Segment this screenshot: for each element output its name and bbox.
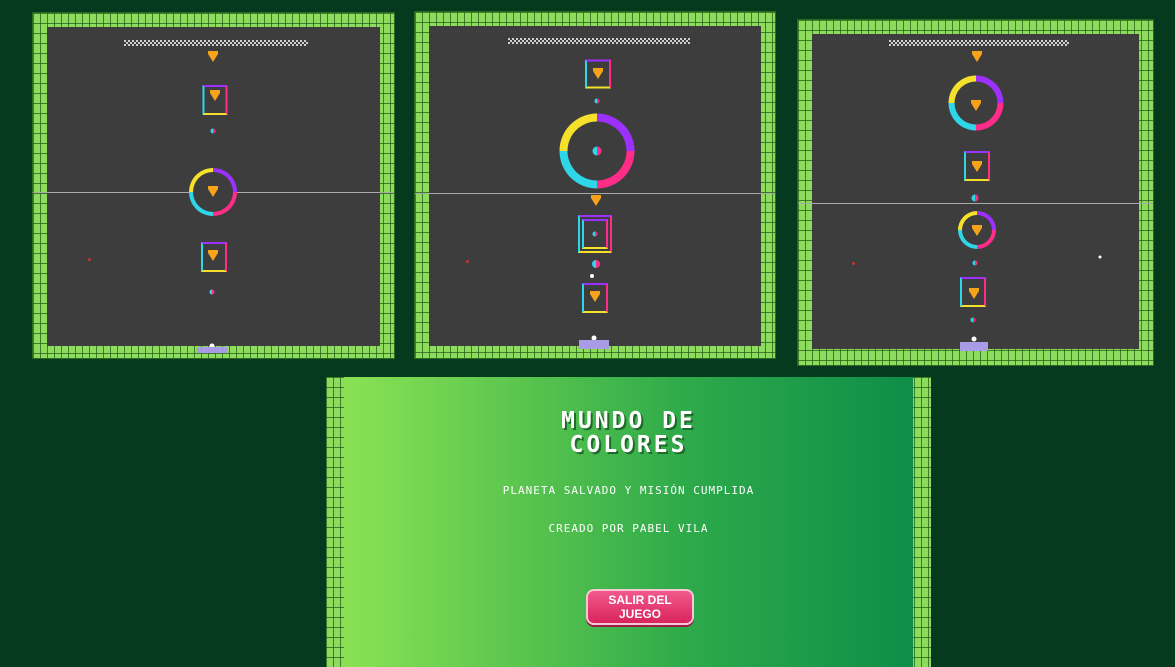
progress-line [415, 193, 775, 194]
game-arena-3 [798, 34, 1153, 351]
finish-line [124, 40, 308, 46]
mission-complete-text: PLANETA SALVADO Y MISIÓN CUMPLIDA [502, 484, 755, 497]
color-switcher-icon [970, 317, 976, 323]
color-switcher-icon [971, 194, 979, 202]
level-panel-1 [32, 12, 395, 359]
player-ball-icon [1098, 255, 1102, 259]
gem-icon [969, 288, 979, 299]
gem-icon [593, 68, 603, 79]
credits-screen: MUNDO DE COLORES PLANETA SALVADO Y MISIÓ… [326, 377, 931, 667]
gem-icon [208, 250, 218, 261]
color-switcher-icon [209, 289, 215, 295]
launch-pad [579, 340, 609, 349]
level-panel-3 [797, 19, 1154, 366]
color-switcher-icon [592, 231, 598, 237]
game-arena-1 [33, 27, 394, 353]
exit-game-button-label: SALIR DEL JUEGO [608, 593, 672, 621]
marker-dot [852, 262, 855, 265]
level-panel-2 [414, 11, 776, 359]
gem-icon [971, 100, 981, 111]
color-switcher-icon [594, 98, 600, 104]
color-switcher-icon [210, 128, 216, 134]
player-ball-icon [971, 336, 977, 342]
game-title-line-2: COLORES [569, 432, 688, 458]
gem-icon [208, 51, 218, 62]
player-ball-icon [590, 274, 594, 278]
author-credit: CREADO POR PABEL VILA [548, 522, 709, 535]
gem-icon [972, 225, 982, 236]
finish-line [889, 40, 1069, 46]
credits-panel: MUNDO DE COLORES PLANETA SALVADO Y MISIÓ… [344, 377, 913, 667]
gem-icon [590, 291, 600, 302]
gem-icon [210, 90, 220, 101]
finish-line [508, 38, 690, 44]
launch-pad [960, 342, 988, 351]
color-switcher-icon [592, 146, 602, 156]
launch-pad [197, 347, 227, 353]
exit-game-button[interactable]: SALIR DEL JUEGO [586, 589, 694, 625]
game-arena-2 [415, 26, 775, 349]
game-title: MUNDO DE COLORES [344, 409, 913, 457]
color-switcher-icon [972, 260, 978, 266]
gem-icon [208, 186, 218, 197]
gem-icon [972, 161, 982, 172]
gem-icon [972, 51, 982, 62]
marker-dot [466, 260, 469, 263]
game-title-line-1: MUNDO DE [561, 408, 696, 434]
color-switcher-icon [592, 260, 600, 268]
progress-line [798, 203, 1153, 204]
marker-dot [88, 258, 91, 261]
gem-icon [591, 195, 601, 206]
